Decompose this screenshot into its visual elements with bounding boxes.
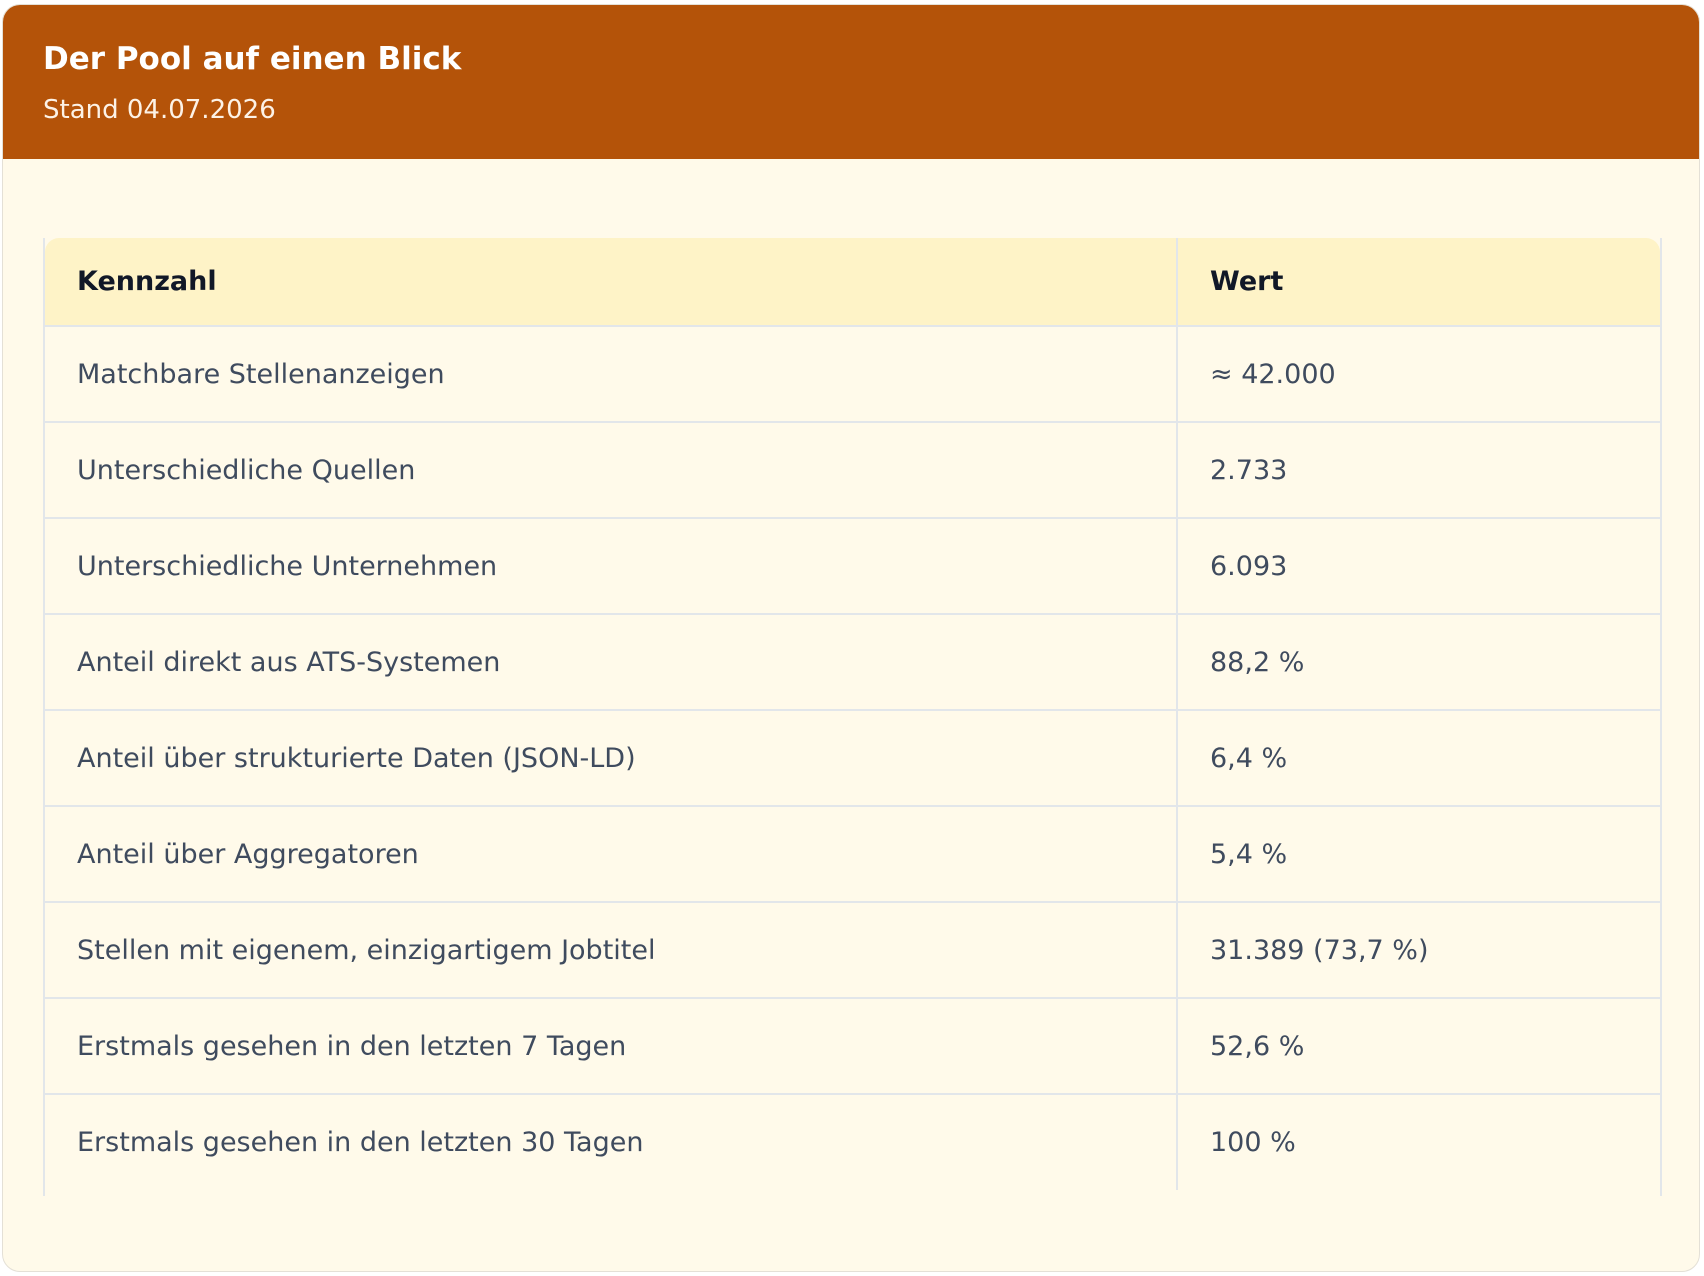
value-cell: 6.093	[1176, 518, 1660, 615]
date-subtitle: Stand 04.07.2026	[43, 95, 276, 125]
table-row: Matchbare Stellenanzeigen ≈ 42.000	[45, 326, 1660, 423]
metrics-table: Kennzahl Wert Matchbare Stellenanzeigen …	[45, 238, 1660, 1190]
value-cell: 52,6 %	[1176, 998, 1660, 1095]
table-row: Erstmals gesehen in den letzten 30 Tagen…	[45, 1094, 1660, 1190]
table-row: Anteil direkt aus ATS-Systemen 88,2 %	[45, 614, 1660, 711]
value-cell: 88,2 %	[1176, 614, 1660, 711]
metric-cell: Anteil über Aggregatoren	[45, 806, 1177, 903]
table-row: Erstmals gesehen in den letzten 7 Tagen …	[45, 998, 1660, 1095]
metric-cell: Stellen mit eigenem, einzigartigem Jobti…	[45, 902, 1177, 999]
value-cell: 2.733	[1176, 422, 1660, 519]
value-cell: 31.389 (73,7 %)	[1176, 902, 1660, 999]
metric-cell: Erstmals gesehen in den letzten 30 Tagen	[77, 1127, 644, 1158]
metric-cell: Anteil direkt aus ATS-Systemen	[45, 614, 1177, 711]
table-row: Anteil über strukturierte Daten (JSON-LD…	[45, 710, 1660, 807]
metric-cell: Unterschiedliche Quellen	[45, 422, 1177, 519]
value-cell: 5,4 %	[1176, 806, 1660, 903]
metric-cell: Erstmals gesehen in den letzten 7 Tagen	[45, 998, 1177, 1095]
column-header-metric: Kennzahl	[45, 238, 1177, 327]
table-body: Matchbare Stellenanzeigen ≈ 42.000 Unter…	[45, 326, 1660, 1190]
table-header-row: Kennzahl Wert	[45, 238, 1660, 327]
metric-cell: Anteil über strukturierte Daten (JSON-LD…	[45, 710, 1177, 807]
table-row: Unterschiedliche Unternehmen 6.093	[45, 518, 1660, 615]
table-row: Anteil über Aggregatoren 5,4 %	[45, 806, 1660, 903]
metrics-table-container: Kennzahl Wert Matchbare Stellenanzeigen …	[43, 238, 1662, 1196]
value-cell: 100 %	[1176, 1094, 1660, 1190]
value-cell: 6,4 %	[1176, 710, 1660, 807]
card-header: Der Pool auf einen Blick Stand 04.07.202…	[3, 5, 1699, 159]
metric-cell: Unterschiedliche Unternehmen	[45, 518, 1177, 615]
table-row: Stellen mit eigenem, einzigartigem Jobti…	[45, 902, 1660, 999]
pool-overview-card: Der Pool auf einen Blick Stand 04.07.202…	[2, 4, 1700, 1272]
metric-cell: Matchbare Stellenanzeigen	[45, 326, 1177, 423]
page-title: Der Pool auf einen Blick	[43, 41, 462, 77]
table-row: Unterschiedliche Quellen 2.733	[45, 422, 1660, 519]
column-header-value: Wert	[1176, 238, 1660, 327]
value-cell: ≈ 42.000	[1176, 326, 1660, 423]
